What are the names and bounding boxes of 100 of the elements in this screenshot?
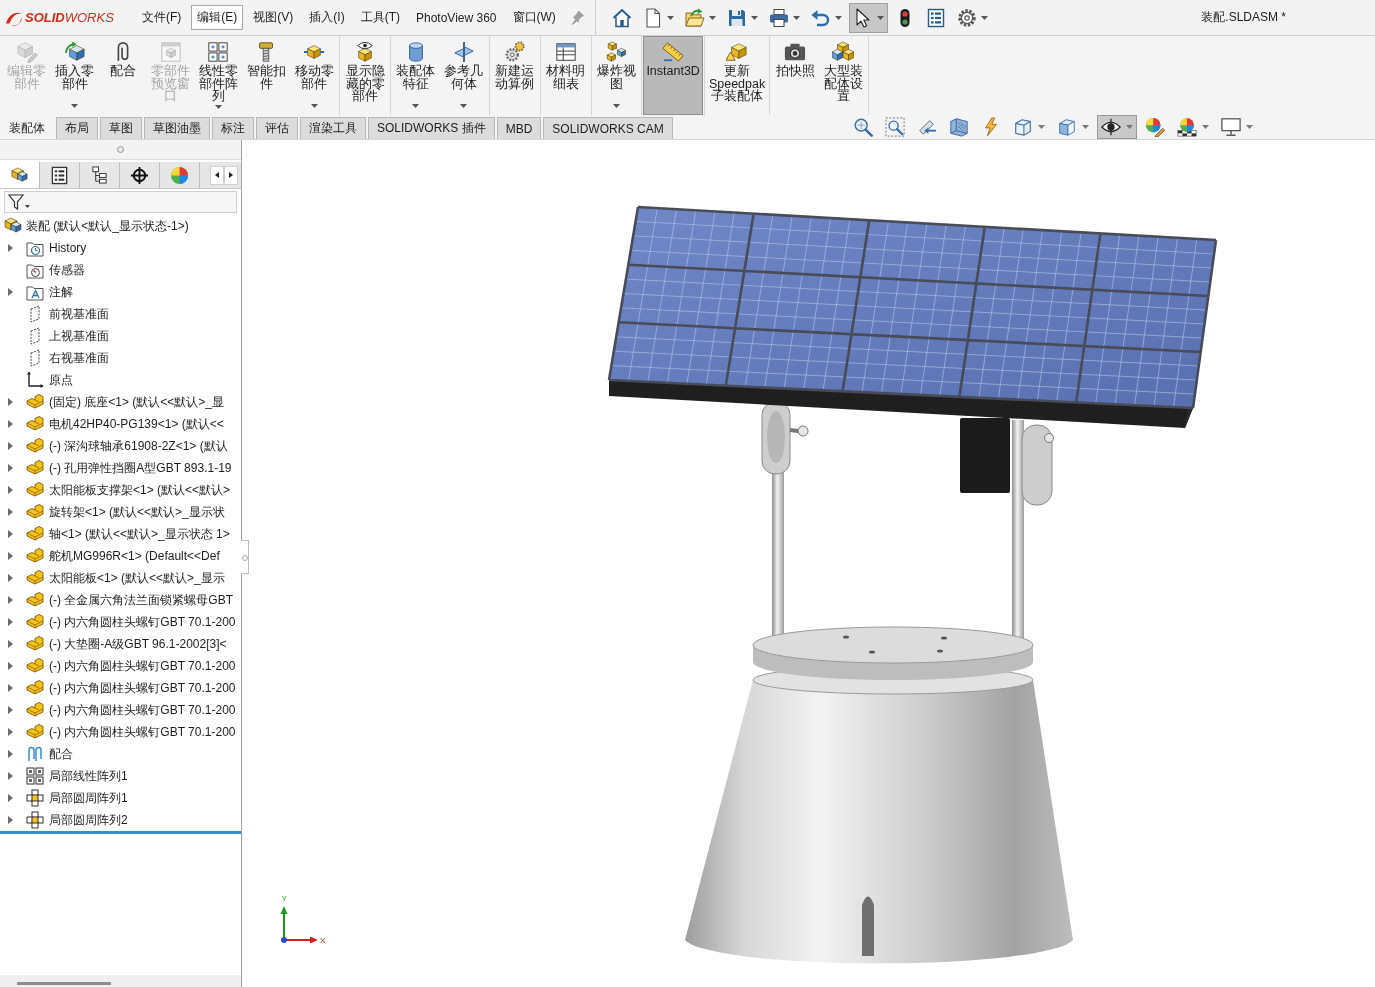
scroll-left-button[interactable] [210, 165, 224, 185]
scrollbar-thumb[interactable] [17, 982, 111, 985]
tree-item[interactable]: 注解 [0, 281, 241, 303]
tree-item[interactable]: (-) 孔用弹性挡圈A型GBT 893.1-19 [0, 457, 241, 479]
reference-geometry-button[interactable]: 参考几何体 [439, 36, 488, 115]
bill-of-materials-button[interactable]: 材料明细表 [541, 36, 590, 115]
expand-arrow-icon[interactable] [8, 288, 13, 296]
menu-item[interactable]: 编辑(E) [191, 5, 244, 30]
tree-item[interactable]: 旋转架<1> (默认<<默认>_显示状 [0, 501, 241, 523]
move-component-button[interactable]: 移动零部件 [290, 36, 339, 115]
tree-item[interactable]: History [0, 237, 241, 259]
select-button[interactable] [848, 2, 888, 33]
command-tab[interactable]: MBD [496, 117, 542, 139]
menu-item[interactable]: 工具(T) [354, 5, 406, 30]
tree-item[interactable]: 电机42HP40-PG139<1> (默认<< [0, 413, 241, 435]
expand-arrow-icon[interactable] [8, 706, 13, 714]
tree-item[interactable]: 上视基准面 [0, 325, 241, 347]
update-speedpak-button[interactable]: 更新Speedpak子装配体 [705, 36, 769, 115]
tree-item[interactable]: (固定) 底座<1> (默认<<默认>_显 [0, 391, 241, 413]
filter-field[interactable] [4, 191, 237, 213]
home-icon [611, 7, 632, 28]
large-assembly-settings-button[interactable]: 大型装配体设置 [819, 36, 867, 115]
scroll-right-button[interactable] [224, 165, 238, 185]
expand-arrow-icon[interactable] [8, 618, 13, 626]
expand-arrow-icon[interactable] [8, 398, 13, 406]
tree-item[interactable]: 装配 (默认<默认_显示状态-1>) [0, 215, 241, 237]
menu-item[interactable]: 视图(V) [247, 5, 300, 30]
expand-arrow-icon[interactable] [8, 684, 13, 692]
command-tab[interactable]: 标注 [212, 117, 254, 139]
instant3d-button[interactable]: Instant3D [643, 36, 703, 115]
tree-item[interactable]: 原点 [0, 369, 241, 391]
command-tab[interactable]: SOLIDWORKS CAM [543, 117, 673, 139]
expand-arrow-icon[interactable] [8, 750, 13, 758]
tree-item[interactable]: 局部圆周阵列2 [0, 809, 241, 831]
expand-arrow-icon[interactable] [8, 728, 13, 736]
splitter-handle[interactable] [241, 540, 249, 574]
smart-fasteners-button[interactable]: 智能扣件 [242, 36, 291, 115]
command-tab[interactable]: 渲染工具 [300, 117, 366, 139]
tree-item[interactable]: 配合 [0, 743, 241, 765]
menu-item[interactable]: PhotoView 360 [410, 5, 503, 30]
insert-components-button[interactable]: 插入零部件 [50, 36, 99, 115]
expand-arrow-icon[interactable] [8, 640, 13, 648]
exploded-cubes-icon [605, 41, 628, 63]
tree-item[interactable]: (-) 全金属六角法兰面锁紧螺母GBT [0, 589, 241, 611]
expand-arrow-icon[interactable] [8, 530, 13, 538]
eye-icon [1101, 117, 1121, 137]
expand-arrow-icon[interactable] [8, 552, 13, 560]
expand-arrow-icon[interactable] [8, 574, 13, 582]
hide-show-button[interactable] [1097, 115, 1137, 139]
panel-tab[interactable] [0, 162, 40, 188]
command-tab[interactable]: 草图油墨 [144, 117, 210, 139]
expand-arrow-icon[interactable] [8, 816, 13, 824]
exploded-view-button[interactable]: 爆炸视图 [592, 36, 641, 115]
expand-arrow-icon[interactable] [8, 244, 13, 252]
color-ball-pencil-icon [1145, 117, 1165, 137]
show-hidden-button[interactable]: 显示隐藏的零部件 [341, 36, 389, 115]
horizontal-scrollbar[interactable] [0, 975, 241, 987]
tree-item[interactable]: 右视基准面 [0, 347, 241, 369]
part-block-icon [26, 569, 44, 587]
tree-item[interactable]: (-) 深沟球轴承61908-2Z<1> (默认 [0, 435, 241, 457]
tree-item[interactable]: 局部线性阵列1 [0, 765, 241, 787]
tree-item[interactable]: 太阳能板<1> (默认<<默认>_显示 [0, 567, 241, 589]
expand-arrow-icon[interactable] [8, 794, 13, 802]
menu-item[interactable]: 插入(I) [303, 5, 351, 30]
tree-item[interactable]: (-) 内六角圆柱头螺钉GBT 70.1-200 [0, 699, 241, 721]
mate-button[interactable]: 配合 [98, 36, 147, 115]
expand-arrow-icon[interactable] [8, 596, 13, 604]
expand-arrow-icon[interactable] [8, 508, 13, 516]
cubes-icon [832, 41, 854, 63]
menu-item[interactable]: 窗口(W) [506, 5, 562, 30]
tree-item[interactable]: 局部圆周阵列1 [0, 787, 241, 809]
expand-arrow-icon[interactable] [8, 464, 13, 472]
linear-pattern-button[interactable]: 线性零部件阵列 [194, 36, 243, 115]
assembly-features-button[interactable]: 装配体特征 [392, 36, 440, 115]
triangle-right-icon [229, 172, 233, 178]
tree-item[interactable]: 轴<1> (默认<<默认>_显示状态 1> [0, 523, 241, 545]
tree-item[interactable]: (-) 内六角圆柱头螺钉GBT 70.1-200 [0, 655, 241, 677]
motion-study-button[interactable]: 新建运动算例 [490, 36, 539, 115]
part-block-icon [26, 393, 44, 411]
command-tab[interactable]: SOLIDWORKS 插件 [368, 117, 495, 139]
part-block-icon [26, 503, 44, 521]
command-tab[interactable]: 布局 [56, 117, 98, 139]
tree-item[interactable]: (-) 内六角圆柱头螺钉GBT 70.1-200 [0, 677, 241, 699]
tree-item[interactable]: (-) 内六角圆柱头螺钉GBT 70.1-200 [0, 721, 241, 743]
tree-item[interactable]: (-) 内六角圆柱头螺钉GBT 70.1-200 [0, 611, 241, 633]
grip-icon[interactable] [117, 146, 124, 153]
tree-item[interactable]: 舵机MG996R<1> (Default<<Def [0, 545, 241, 567]
snapshot-button[interactable]: 拍快照 [771, 36, 820, 115]
expand-arrow-icon[interactable] [8, 486, 13, 494]
expand-arrow-icon[interactable] [8, 442, 13, 450]
tree-item[interactable]: 太阳能板支撑架<1> (默认<<默认> [0, 479, 241, 501]
expand-arrow-icon[interactable] [8, 420, 13, 428]
expand-arrow-icon[interactable] [8, 662, 13, 670]
tree-item[interactable]: 前视基准面 [0, 303, 241, 325]
expand-arrow-icon[interactable] [8, 772, 13, 780]
tree-item[interactable]: 传感器 [0, 259, 241, 281]
tree-item[interactable]: (-) 大垫圈-A级GBT 96.1-2002[3]< [0, 633, 241, 655]
command-tab[interactable]: 草图 [100, 117, 142, 139]
menu-item[interactable]: 文件(F) [136, 5, 188, 30]
command-tab[interactable]: 评估 [256, 117, 298, 139]
